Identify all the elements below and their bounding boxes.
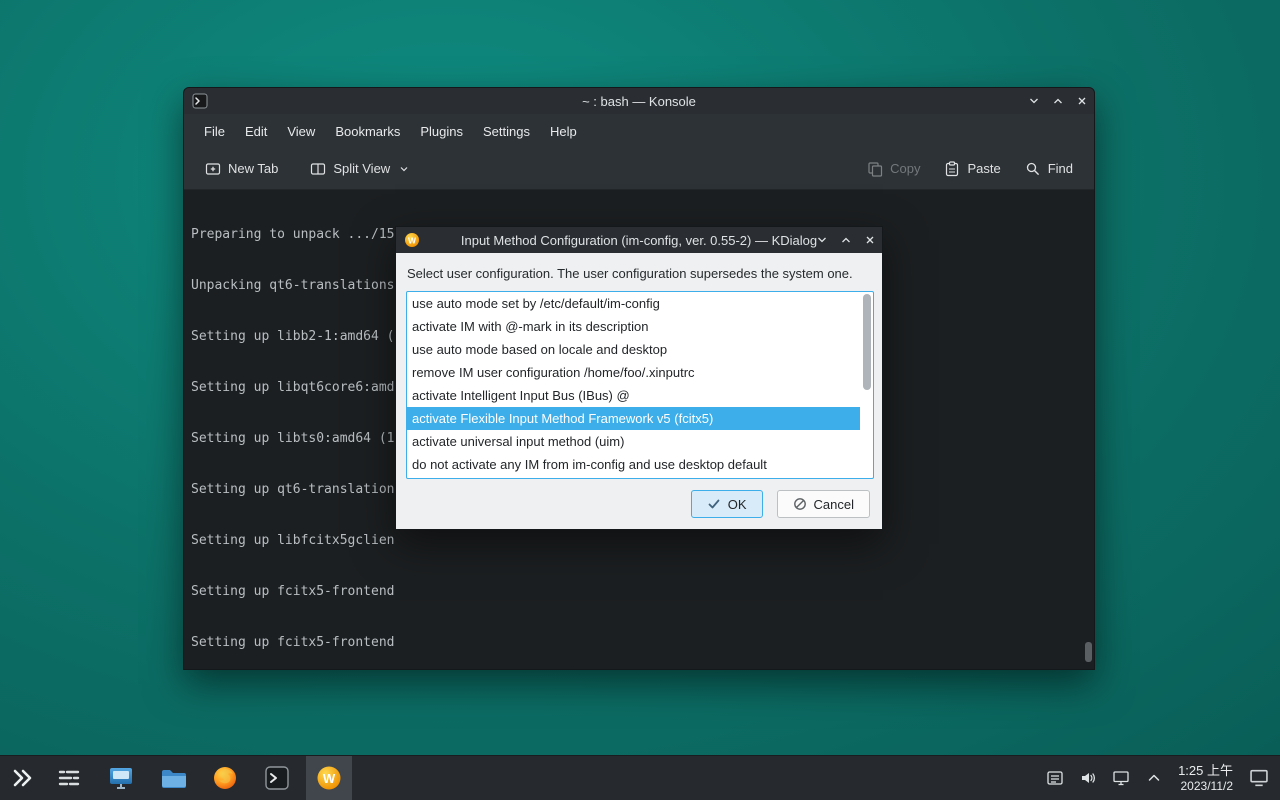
new-tab-icon: [205, 161, 221, 177]
konsole-menubar: File Edit View Bookmarks Plugins Setting…: [184, 114, 1094, 148]
expand-tray-icon[interactable]: [1145, 769, 1163, 787]
close-button[interactable]: [1070, 88, 1094, 114]
dialog-maximize-button[interactable]: [834, 227, 858, 253]
cancel-icon: [793, 497, 807, 511]
paste-icon: [944, 161, 960, 177]
konsole-toolbar: New Tab Split View Copy Paste Find: [184, 148, 1094, 190]
konsole-window-title: ~ : bash — Konsole: [582, 94, 696, 109]
search-icon: [1025, 161, 1041, 177]
konsole-task-icon: [263, 764, 291, 792]
list-option-selected[interactable]: activate Flexible Input Method Framework…: [407, 407, 860, 430]
file-manager-button[interactable]: [150, 756, 196, 800]
show-desktop-button[interactable]: [1248, 756, 1270, 800]
clock-date: 2023/11/2: [1178, 779, 1233, 793]
split-view-button[interactable]: Split View: [303, 156, 416, 182]
task-button-row: W: [46, 756, 352, 800]
copy-label: Copy: [890, 161, 920, 176]
firefox-button[interactable]: [202, 756, 248, 800]
terminal-line: Setting up fcitx5-frontend: [191, 634, 1094, 651]
input-method-task-button[interactable]: W: [306, 756, 352, 800]
menu-view[interactable]: View: [277, 119, 325, 144]
konsole-task-button[interactable]: [254, 756, 300, 800]
list-option[interactable]: do not activate any IM from im-config an…: [407, 453, 860, 476]
show-desktop-icon: [1248, 767, 1270, 789]
list-option[interactable]: use auto mode set by /etc/default/im-con…: [407, 292, 860, 315]
system-tray: 1:25 上午 2023/11/2: [1046, 756, 1280, 800]
notifications-icon[interactable]: [1046, 769, 1064, 787]
konsole-app-icon: [192, 93, 208, 109]
minimize-button[interactable]: [1022, 88, 1046, 114]
konsole-titlebar[interactable]: ~ : bash — Konsole: [184, 88, 1094, 114]
cancel-label: Cancel: [814, 497, 854, 512]
split-view-label: Split View: [333, 161, 390, 176]
paste-button[interactable]: Paste: [937, 156, 1007, 182]
menu-edit[interactable]: Edit: [235, 119, 277, 144]
network-display-icon[interactable]: [1112, 769, 1130, 787]
list-option[interactable]: activate IM with @-mark in its descripti…: [407, 315, 860, 338]
dialog-message: Select user configuration. The user conf…: [407, 266, 853, 281]
menu-file[interactable]: File: [194, 119, 235, 144]
menu-settings[interactable]: Settings: [473, 119, 540, 144]
task-manager-settings-button[interactable]: [46, 756, 92, 800]
launcher-icon: [8, 764, 36, 792]
check-icon: [707, 497, 721, 511]
volume-icon[interactable]: [1079, 769, 1097, 787]
list-option[interactable]: activate universal input method (uim): [407, 430, 860, 453]
chevron-down-icon: [399, 164, 409, 174]
svg-text:W: W: [323, 771, 336, 786]
menu-bookmarks[interactable]: Bookmarks: [325, 119, 410, 144]
list-scrollbar-thumb[interactable]: [863, 294, 871, 390]
list-option[interactable]: activate Intelligent Input Bus (IBus) @: [407, 384, 860, 407]
list-option[interactable]: use auto mode based on locale and deskto…: [407, 338, 860, 361]
input-method-app-icon: W: [315, 764, 343, 792]
clock[interactable]: 1:25 上午 2023/11/2: [1178, 763, 1233, 793]
terminal-line: Setting up fcitx5-frontend: [191, 583, 1094, 600]
terminal-line: Setting up libfcitx5gclien: [191, 532, 1094, 549]
taskbar: W 1:25 上午 2023/11/2: [0, 755, 1280, 800]
cancel-button[interactable]: Cancel: [777, 490, 870, 518]
dialog-body: Select user configuration. The user conf…: [396, 253, 882, 530]
dialog-button-row: OK Cancel: [691, 490, 870, 518]
menu-help[interactable]: Help: [540, 119, 587, 144]
dialog-window-title: Input Method Configuration (im-config, v…: [461, 233, 817, 248]
split-view-icon: [310, 161, 326, 177]
list-scrollbar[interactable]: [863, 294, 871, 476]
blue-app-icon: [107, 764, 135, 792]
menu-plugins[interactable]: Plugins: [410, 119, 473, 144]
im-option-list: use auto mode set by /etc/default/im-con…: [406, 291, 874, 479]
firefox-icon: [211, 764, 239, 792]
im-config-app-icon: W: [404, 232, 420, 248]
kdialog-window: W Input Method Configuration (im-config,…: [395, 226, 883, 530]
paste-label: Paste: [967, 161, 1000, 176]
dialog-titlebar[interactable]: W Input Method Configuration (im-config,…: [396, 227, 882, 253]
folder-icon: [159, 764, 187, 792]
new-tab-label: New Tab: [228, 161, 278, 176]
list-settings-icon: [55, 764, 83, 792]
find-button[interactable]: Find: [1018, 156, 1080, 182]
app-launcher-button[interactable]: [0, 756, 44, 800]
find-label: Find: [1048, 161, 1073, 176]
ok-button[interactable]: OK: [691, 490, 763, 518]
clock-time: 1:25 上午: [1178, 763, 1233, 779]
blue-app-button[interactable]: [98, 756, 144, 800]
copy-icon: [867, 161, 883, 177]
svg-text:W: W: [408, 235, 417, 245]
new-tab-button[interactable]: New Tab: [198, 156, 285, 182]
ok-label: OK: [728, 497, 747, 512]
copy-button[interactable]: Copy: [860, 156, 927, 182]
list-option[interactable]: remove IM user configuration /home/foo/.…: [407, 361, 860, 384]
terminal-scrollbar[interactable]: [1085, 642, 1092, 662]
dialog-close-button[interactable]: [858, 227, 882, 253]
maximize-button[interactable]: [1046, 88, 1070, 114]
